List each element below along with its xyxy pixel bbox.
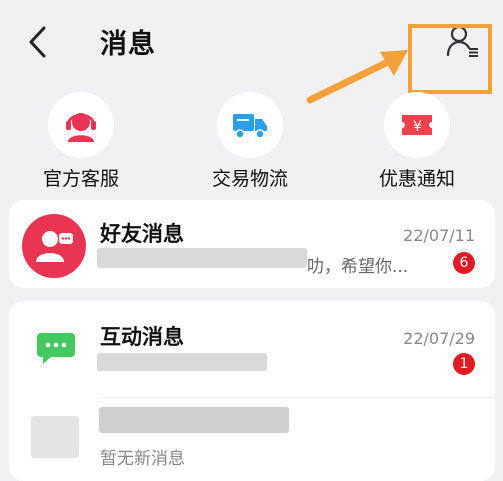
friend-avatar-icon [22, 214, 86, 278]
back-chevron-icon[interactable] [22, 22, 54, 62]
quick-action-coupon[interactable]: ¥ 优惠通知 [352, 92, 482, 191]
message-title: 好友消息 [100, 222, 184, 246]
blurred-preview [97, 248, 307, 268]
coupon-icon: ¥ [384, 92, 450, 158]
quick-action-label: 优惠通知 [378, 168, 455, 190]
quick-action-label: 官方客服 [42, 168, 119, 190]
customer-service-icon [48, 92, 114, 158]
message-preview: 叻，希望你... [307, 257, 409, 277]
message-title: 互动消息 [100, 325, 184, 349]
svg-text:¥: ¥ [413, 119, 422, 135]
divider [100, 397, 495, 398]
unread-badge: 6 [453, 252, 475, 274]
page-title: 消息 [100, 29, 156, 60]
delivery-truck-icon [217, 92, 283, 158]
message-card-interactions[interactable]: 互动消息 22/07/29 1 暂无新消息 [9, 301, 495, 481]
unread-badge: 1 [453, 353, 475, 375]
quick-action-label: 交易物流 [211, 168, 288, 190]
message-date: 22/07/11 [403, 226, 475, 245]
quick-action-logistics[interactable]: 交易物流 [185, 92, 315, 191]
blurred-title [99, 407, 289, 433]
quick-action-customer-service[interactable]: 官方客服 [16, 92, 146, 191]
blurred-avatar [31, 416, 79, 458]
message-card-friends[interactable]: 好友消息 22/07/11 叻，希望你... 6 [9, 200, 495, 288]
highlight-box [408, 24, 492, 94]
blurred-preview [97, 353, 267, 371]
message-date: 22/07/29 [403, 329, 475, 348]
message-preview: 暂无新消息 [100, 449, 185, 469]
chat-bubble-icon [37, 333, 75, 364]
